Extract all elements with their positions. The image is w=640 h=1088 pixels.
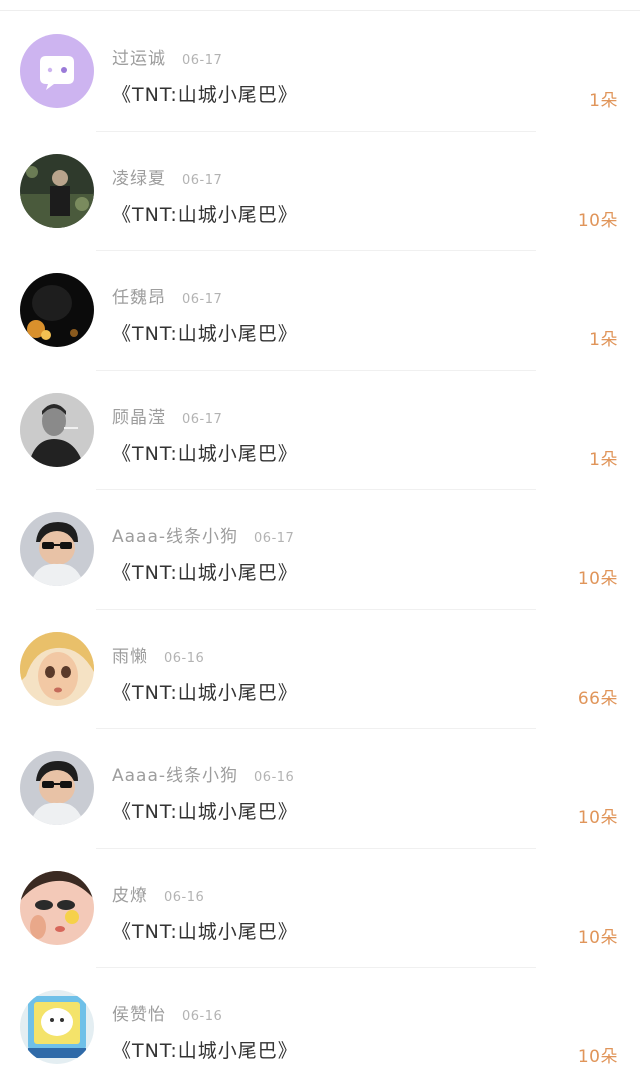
night-photo-avatar[interactable] (20, 273, 94, 347)
cartoon-sticker-avatar[interactable] (20, 990, 94, 1064)
user-name: Aaaa-线条小狗 06-16 (112, 766, 295, 786)
user-name: 皮燎 06-16 (112, 885, 205, 906)
list-item[interactable]: 任魏昂 06-17 《TNT:山城小尾巴》 1朵 (0, 251, 640, 371)
date: 06-16 (164, 650, 205, 666)
item-title: 《TNT:山城小尾巴》 (112, 801, 298, 823)
top-divider (0, 10, 640, 11)
flower-count: 10朵 (577, 808, 618, 828)
item-title: 《TNT:山城小尾巴》 (112, 681, 298, 704)
date: 06-17 (182, 53, 223, 68)
flower-count: 1朵 (589, 449, 618, 470)
user-name: Aaaa-线条小狗 06-17 (112, 527, 295, 547)
list-item[interactable]: 雨懒 06-16 《TNT:山城小尾巴》 66朵 (0, 610, 640, 729)
cartoon-girl-avatar[interactable] (20, 631, 94, 706)
user-name: 侯赞怡 06-16 (112, 1005, 223, 1025)
flower-count: 1朵 (589, 91, 618, 111)
item-title: 《TNT:山城小尾巴》 (112, 562, 298, 584)
date: 06-16 (182, 1009, 223, 1024)
flower-count: 1朵 (589, 330, 618, 350)
date: 06-17 (182, 411, 223, 427)
date: 06-17 (254, 531, 295, 546)
date: 06-17 (182, 172, 223, 188)
item-title: 《TNT:山城小尾巴》 (112, 323, 298, 345)
sunglasses-avatar[interactable] (20, 512, 94, 586)
user-name: 任魏昂 06-17 (112, 288, 223, 308)
date: 06-16 (254, 770, 295, 785)
list-item[interactable]: Aaaa-线条小狗 06-17 《TNT:山城小尾巴》 10朵 (0, 490, 640, 610)
sunglasses-avatar[interactable] (20, 751, 94, 825)
item-title: 《TNT:山城小尾巴》 (112, 442, 298, 465)
gift-list: 过运诚 06-17 《TNT:山城小尾巴》 1朵 凌绿夏 06-17 《TNT:山城… (0, 12, 640, 1088)
grayscale-portrait-avatar[interactable] (20, 392, 94, 467)
list-item[interactable]: 顾晶滢 06-17 《TNT:山城小尾巴》 1朵 (0, 371, 640, 490)
item-title: 《TNT:山城小尾巴》 (112, 84, 298, 106)
dark-photo-avatar[interactable] (20, 153, 94, 228)
list-item[interactable]: Aaaa-线条小狗 06-16 《TNT:山城小尾巴》 10朵 (0, 729, 640, 849)
list-item[interactable]: 皮燎 06-16 《TNT:山城小尾巴》 10朵 (0, 849, 640, 968)
flower-count: 66朵 (577, 688, 618, 709)
chat-bubble-avatar[interactable] (20, 34, 94, 108)
flower-count: 10朵 (577, 1047, 618, 1067)
user-name: 过运诚 06-17 (112, 49, 223, 69)
date: 06-17 (182, 292, 223, 307)
list-item[interactable]: 凌绿夏 06-17 《TNT:山城小尾巴》 10朵 (0, 132, 640, 251)
flower-count: 10朵 (577, 210, 618, 231)
item-title: 《TNT:山城小尾巴》 (112, 203, 298, 226)
flower-count: 10朵 (577, 569, 618, 589)
list-item[interactable]: 侯赞怡 06-16 《TNT:山城小尾巴》 10朵 (0, 968, 640, 1088)
item-title: 《TNT:山城小尾巴》 (112, 1040, 298, 1062)
user-name: 顾晶滢 06-17 (112, 407, 223, 428)
flower-count: 10朵 (577, 927, 618, 948)
anime-avatar[interactable] (20, 870, 94, 945)
user-name: 雨懒 06-16 (112, 646, 205, 667)
date: 06-16 (164, 889, 205, 905)
list-item[interactable]: 过运诚 06-17 《TNT:山城小尾巴》 1朵 (0, 12, 640, 132)
item-title: 《TNT:山城小尾巴》 (112, 920, 298, 943)
user-name: 凌绿夏 06-17 (112, 168, 223, 189)
